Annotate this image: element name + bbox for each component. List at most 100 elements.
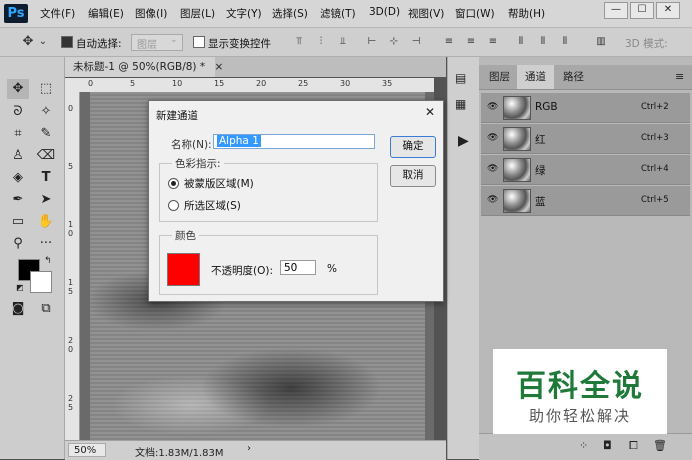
- marquee-tool-icon[interactable]: ⬚: [35, 79, 57, 99]
- channel-thumbnail: [503, 158, 531, 182]
- visibility-eye-icon[interactable]: 👁: [487, 195, 499, 205]
- distribute-vcenter-icon[interactable]: ≡: [465, 36, 477, 48]
- align-bottom-icon[interactable]: ⫫: [337, 36, 349, 48]
- align-vcenter-icon[interactable]: ⫶: [315, 36, 327, 48]
- default-colors-icon[interactable]: ◩: [16, 283, 24, 292]
- new-channel-icon[interactable]: ⧠: [629, 439, 638, 453]
- menu-view[interactable]: 视图(V): [408, 6, 444, 21]
- distribute-top-icon[interactable]: ≡: [443, 36, 455, 48]
- channel-row-rgb[interactable]: 👁 RGB Ctrl+2: [481, 93, 690, 123]
- channel-row-green[interactable]: 👁 绿 Ctrl+4: [481, 155, 690, 185]
- align-hcenter-icon[interactable]: ⊹: [388, 36, 400, 48]
- menu-edit[interactable]: 编辑(E): [88, 6, 124, 21]
- properties-panel-icon[interactable]: ▦: [455, 97, 466, 111]
- ruler-top-label: 0: [88, 79, 94, 88]
- ruler-top-label: 25: [298, 79, 309, 88]
- menu-image[interactable]: 图像(I): [135, 6, 167, 21]
- dropdown-arrow-icon: ⌄: [170, 35, 178, 45]
- path-select-tool-icon[interactable]: ➤: [35, 190, 57, 210]
- save-selection-icon[interactable]: ◘: [603, 439, 612, 452]
- visibility-eye-icon[interactable]: 👁: [487, 164, 499, 174]
- close-window-button[interactable]: ✕: [656, 2, 680, 19]
- ruler-top: 0 5 10 15 20 25 30 35: [80, 78, 434, 93]
- status-arrow-icon[interactable]: ›: [247, 443, 251, 454]
- chevron-down-icon[interactable]: ⌄: [37, 36, 49, 48]
- pen-tool-icon[interactable]: ✒: [7, 190, 29, 210]
- name-input[interactable]: Alpha 1: [213, 134, 375, 149]
- background-color-swatch[interactable]: [30, 271, 52, 293]
- dialog-title: 新建通道: [156, 110, 198, 122]
- menu-layer[interactable]: 图层(L): [180, 6, 215, 21]
- menu-select[interactable]: 选择(S): [272, 6, 308, 21]
- channel-name: 绿: [535, 165, 546, 177]
- swap-colors-icon[interactable]: ↰: [44, 256, 52, 266]
- distribute-hcenter-icon[interactable]: ⦀: [537, 36, 549, 48]
- actions-play-icon[interactable]: ▶: [458, 133, 469, 149]
- stamp-tool-icon[interactable]: ♙: [7, 146, 29, 166]
- mask-color-swatch[interactable]: [167, 253, 200, 286]
- panel-menu-icon[interactable]: ≡: [675, 70, 684, 83]
- auto-align-icon[interactable]: ▥: [595, 36, 607, 48]
- magic-wand-tool-icon[interactable]: ✧: [35, 102, 57, 122]
- maximize-button[interactable]: ☐: [630, 2, 654, 19]
- close-tab-icon[interactable]: ×: [214, 61, 223, 73]
- watermark-subtitle: 助你轻松解决: [528, 407, 631, 425]
- visibility-eye-icon[interactable]: 👁: [487, 102, 499, 112]
- ruler-top-label: 30: [340, 79, 351, 88]
- visibility-eye-icon[interactable]: 👁: [487, 133, 499, 143]
- options-bar: ✥ ⌄ 自动选择: 图层 ⌄ 显示变换控件 ⫪ ⫶ ⫫ ⊢ ⊹ ⊣ ≡ ≡ ≡ …: [0, 28, 692, 57]
- minimize-button[interactable]: —: [604, 2, 628, 19]
- zoom-field[interactable]: 50%: [68, 443, 106, 457]
- paint-bucket-tool-icon[interactable]: ◈: [7, 168, 29, 188]
- quick-mask-icon[interactable]: ◙: [7, 299, 29, 319]
- channel-row-red[interactable]: 👁 红 Ctrl+3: [481, 124, 690, 154]
- show-transform-checkbox[interactable]: [193, 36, 205, 48]
- selected-areas-radio[interactable]: [168, 200, 179, 211]
- align-right-icon[interactable]: ⊣: [410, 36, 422, 48]
- opacity-input[interactable]: [280, 260, 316, 275]
- screen-mode-icon[interactable]: ⧉: [35, 299, 57, 319]
- channel-row-blue[interactable]: 👁 蓝 Ctrl+5: [481, 186, 690, 216]
- align-left-icon[interactable]: ⊢: [366, 36, 378, 48]
- document-tab[interactable]: 未标题-1 @ 50%(RGB/8) * ×: [65, 57, 223, 77]
- tab-channels[interactable]: 通道: [517, 65, 554, 89]
- opacity-unit: %: [327, 263, 337, 275]
- auto-select-checkbox[interactable]: [61, 36, 73, 48]
- ok-button[interactable]: 确定: [390, 136, 436, 158]
- crop-tool-icon[interactable]: ⌗: [7, 124, 29, 144]
- dialog-close-icon[interactable]: ✕: [423, 105, 437, 119]
- masked-areas-radio[interactable]: [168, 178, 179, 189]
- auto-select-target-dropdown[interactable]: 图层 ⌄: [131, 34, 183, 51]
- rectangle-tool-icon[interactable]: ▭: [7, 212, 29, 232]
- zoom-tool-icon[interactable]: ⚲: [7, 234, 29, 254]
- distribute-left-icon[interactable]: ⦀: [515, 36, 527, 48]
- brush-tool-icon[interactable]: ✎: [35, 124, 57, 144]
- align-top-icon[interactable]: ⫪: [293, 36, 305, 48]
- menu-help[interactable]: 帮助(H): [508, 6, 545, 21]
- menu-3d[interactable]: 3D(D): [369, 6, 400, 18]
- ruler-left-label: 0: [68, 104, 74, 113]
- ruler-top-label: 20: [256, 79, 267, 88]
- distribute-right-icon[interactable]: ⦀: [559, 36, 571, 48]
- load-selection-icon[interactable]: ⁘: [579, 439, 588, 452]
- menu-file[interactable]: 文件(F): [40, 6, 75, 21]
- cancel-button[interactable]: 取消: [390, 165, 436, 187]
- eraser-tool-icon[interactable]: ⌫: [35, 146, 57, 166]
- tab-paths[interactable]: 路径: [555, 65, 592, 89]
- history-panel-icon[interactable]: ▤: [455, 71, 466, 85]
- move-tool-icon[interactable]: ✥: [22, 35, 34, 48]
- menu-type[interactable]: 文字(Y): [226, 6, 262, 21]
- delete-channel-icon[interactable]: 🗑: [653, 439, 667, 452]
- ruler-left-label: 5: [68, 162, 74, 171]
- name-label: 名称(N):: [171, 139, 212, 151]
- channel-name: 红: [535, 134, 546, 146]
- more-tools-icon[interactable]: ···: [35, 234, 57, 254]
- menu-filter[interactable]: 滤镜(T): [320, 6, 356, 21]
- hand-tool-icon[interactable]: ✋: [35, 212, 57, 232]
- lasso-tool-icon[interactable]: ᘐ: [7, 102, 29, 122]
- move-tool-icon[interactable]: ✥: [7, 79, 29, 99]
- menu-window[interactable]: 窗口(W): [455, 6, 495, 21]
- distribute-bottom-icon[interactable]: ≡: [487, 36, 499, 48]
- type-tool-icon[interactable]: T: [35, 168, 57, 188]
- tab-layers[interactable]: 图层: [481, 65, 518, 89]
